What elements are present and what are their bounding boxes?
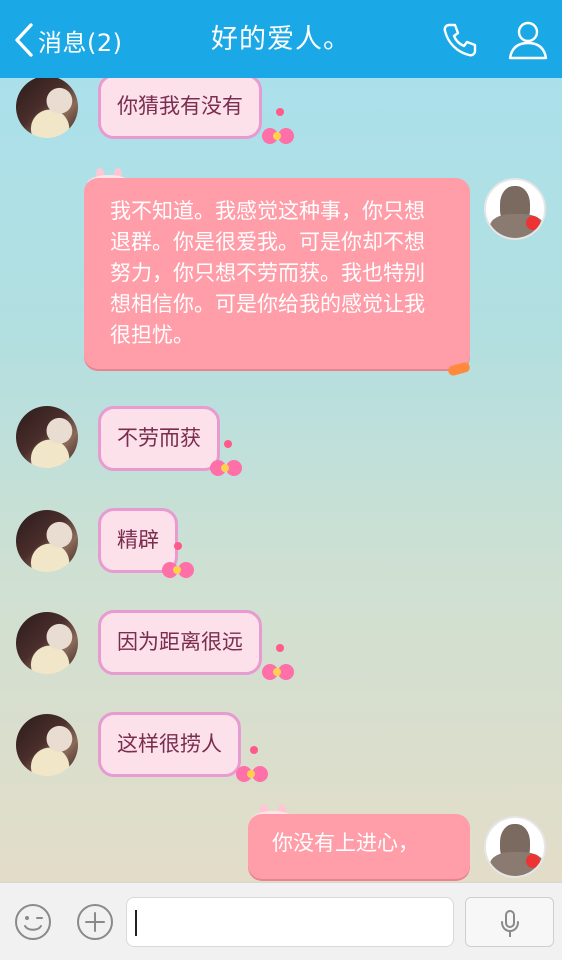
bow-sticker-icon bbox=[258, 124, 296, 148]
bow-sticker-icon bbox=[258, 660, 296, 684]
message-bubble-incoming[interactable]: 这样很捞人 bbox=[98, 712, 241, 777]
user-avatar[interactable] bbox=[484, 816, 546, 878]
heart-icon bbox=[250, 746, 258, 754]
heart-icon bbox=[276, 108, 284, 116]
message-bubble-incoming[interactable]: 因为距离很远 bbox=[98, 610, 262, 675]
chat-header: 消息(2) 好的爱人。 bbox=[0, 0, 562, 78]
emoji-icon[interactable] bbox=[14, 903, 52, 941]
heart-icon bbox=[276, 644, 284, 652]
message-list[interactable]: 你猜我有没有 我不知道。我感觉这种事，你只想退群。你是很爱我。可是你却不想努力，… bbox=[0, 78, 562, 882]
bow-sticker-icon bbox=[232, 762, 270, 786]
phone-icon[interactable] bbox=[440, 20, 480, 60]
text-cursor bbox=[135, 910, 137, 936]
user-avatar[interactable] bbox=[484, 178, 546, 240]
plus-icon[interactable] bbox=[76, 903, 114, 941]
heart-icon bbox=[224, 440, 232, 448]
contact-avatar[interactable] bbox=[16, 510, 78, 572]
contact-avatar[interactable] bbox=[16, 406, 78, 468]
heart-icon bbox=[174, 542, 182, 550]
message-bubble-incoming[interactable]: 你猜我有没有 bbox=[98, 78, 262, 139]
voice-button[interactable] bbox=[465, 897, 554, 947]
contact-avatar[interactable] bbox=[16, 714, 78, 776]
microphone-icon bbox=[501, 910, 519, 937]
message-bubble-outgoing[interactable]: 我不知道。我感觉这种事，你只想退群。你是很爱我。可是你却不想努力，你只想不劳而获… bbox=[84, 178, 470, 369]
profile-icon[interactable] bbox=[506, 18, 550, 62]
contact-avatar[interactable] bbox=[16, 612, 78, 674]
bow-sticker-icon bbox=[206, 456, 244, 480]
message-bubble-outgoing[interactable]: 你没有上进心， bbox=[248, 814, 470, 879]
contact-avatar[interactable] bbox=[16, 78, 78, 138]
message-input[interactable] bbox=[126, 897, 454, 947]
bow-sticker-icon bbox=[158, 558, 196, 582]
message-bubble-incoming[interactable]: 不劳而获 bbox=[98, 406, 220, 471]
input-bar bbox=[0, 882, 562, 960]
